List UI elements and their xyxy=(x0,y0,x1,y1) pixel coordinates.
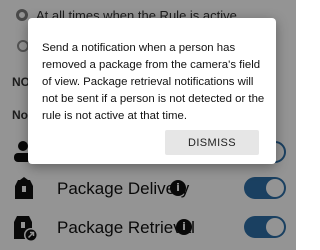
dialog-message: Send a notification when a person has re… xyxy=(42,42,265,122)
dismiss-button[interactable]: DISMISS xyxy=(165,130,259,155)
info-dialog: Send a notification when a person has re… xyxy=(28,18,276,164)
screen: At all times when the Rule is active NOT… xyxy=(0,0,296,250)
